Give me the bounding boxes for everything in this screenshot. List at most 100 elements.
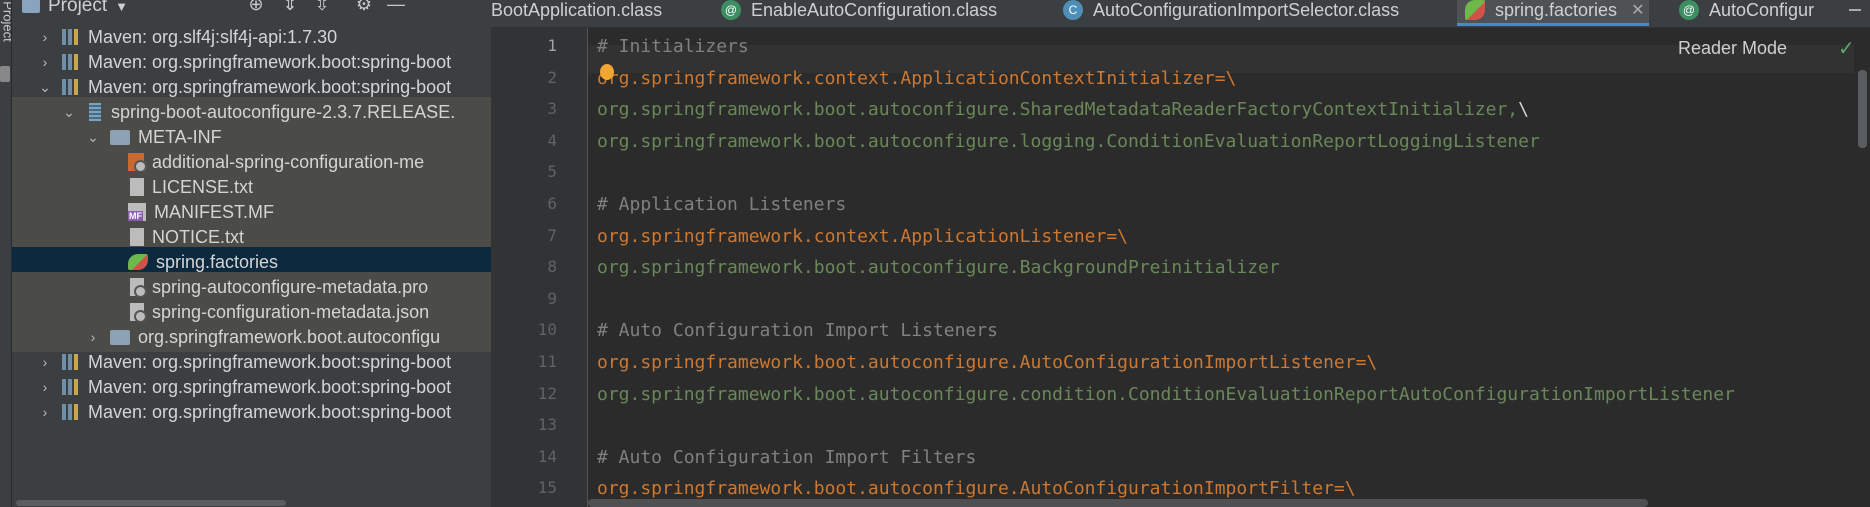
tab-spring-factories[interactable]: spring.factories ✕ [1457,0,1649,26]
project-horizontal-scrollbar[interactable] [12,498,491,507]
library-icon [62,29,80,45]
intention-bulb-icon[interactable] [600,64,614,80]
library-icon [62,79,80,95]
code-line-text: org.springframework.boot.autoconfigure.S… [597,99,1519,121]
library-icon [62,379,80,395]
code-line[interactable]: # Application Listeners [597,194,846,215]
code-line-text: org.springframework.context.ApplicationC… [597,67,1215,89]
project-panel: Project ▼ ⊕ ⇕ ⇳ ⚙ — › Maven: org.slf4j:s… [12,0,491,507]
annotation-class-icon: @ [721,0,741,20]
gear-icon[interactable]: ⚙ [352,0,376,16]
annotation-class-icon: @ [1679,0,1699,20]
chevron-down-icon[interactable]: ▼ [115,0,128,14]
line-number: 11 [537,352,557,371]
chevron-right-icon[interactable]: › [38,379,52,395]
hide-panel-icon[interactable]: — [384,0,408,16]
chevron-right-icon[interactable]: › [38,404,52,420]
code-line[interactable]: # Auto Configuration Import Filters [597,447,976,468]
code-line-text: org.springframework.boot.autoconfigure.B… [597,257,1280,279]
reader-mode-button[interactable]: Reader Mode [1678,38,1787,59]
code-line[interactable]: org.springframework.boot.autoconfigure.c… [597,384,1735,405]
tree-row-maven-spring-boot[interactable]: › Maven: org.springframework.boot:spring… [12,397,491,427]
tree-row-label: LICENSE.txt [152,176,254,197]
project-folder-icon [22,0,40,13]
line-number: 14 [537,446,557,466]
line-number-gutter: 1 2 3 4 5 6 7 8 9 10 11 12 13 14 15 [491,28,587,507]
library-icon [62,404,80,420]
code-line[interactable]: # Initializers [597,36,749,57]
tree-row-label: Maven: org.slf4j:slf4j-api:1.7.30 [88,26,338,47]
chevron-right-icon[interactable]: › [86,329,100,345]
tree-row-label: META-INF [138,126,222,147]
code-line[interactable]: org.springframework.boot.autoconfigure.A… [597,352,1377,373]
editor-vertical-scrollbar[interactable] [1854,28,1870,507]
code-editor[interactable]: # Initializers org.springframework.contex… [588,28,1854,507]
spring-factories-icon [1465,0,1485,20]
line-continuation: =\ [1355,352,1378,373]
scrollbar-thumb[interactable] [588,499,1648,507]
tab-overflow-menu[interactable] [1831,0,1869,26]
package-folder-icon [110,329,130,345]
tree-row-label: org.springframework.boot.autoconfigu [138,326,441,347]
tab-auto-configuration-import-selector[interactable]: C AutoConfigurationImportSelector.class [1063,0,1415,26]
scrollbar-thumb[interactable] [16,500,286,506]
metadata-file-icon [128,153,147,173]
editor-horizontal-scrollbar[interactable] [588,497,1648,507]
expand-all-icon[interactable]: ⇕ [278,0,302,16]
chevron-right-icon[interactable]: › [38,354,52,370]
tab-label: BootApplication.class [491,0,663,20]
library-icon [62,54,80,70]
tab-label: spring.factories [1495,0,1618,20]
line-continuation: =\ [1214,67,1237,89]
code-line[interactable]: org.springframework.boot.autoconfigure.S… [597,99,1529,120]
line-number: 15 [537,478,557,498]
tree-row-label: spring.factories [156,251,279,272]
line-number: 5 [547,162,557,182]
tree-row-label: NOTICE.txt [152,226,245,247]
project-panel-title: Project [48,0,108,16]
tree-row-label: Maven: org.springframework.boot:spring-b… [88,401,452,422]
line-number: 3 [547,99,557,119]
manifest-file-icon [128,203,146,221]
library-icon [62,354,80,370]
properties-file-icon [130,278,147,298]
line-number: 10 [537,320,557,340]
tree-row-label: spring-autoconfigure-metadata.pro [152,276,429,297]
line-continuation: \ [1518,99,1529,121]
project-tool-window-button[interactable]: Project [1,1,11,41]
chevron-down-icon[interactable]: ⌄ [86,129,100,146]
line-number: 12 [537,383,557,403]
code-line[interactable]: org.springframework.context.ApplicationC… [597,68,1236,89]
locate-icon[interactable]: ⊕ [244,0,268,16]
code-line[interactable]: org.springframework.boot.autoconfigure.l… [597,131,1540,152]
spring-factories-icon [128,254,148,270]
code-line-text: org.springframework.boot.autoconfigure.c… [597,383,1735,405]
text-file-icon [130,228,144,246]
chevron-right-icon[interactable]: › [38,54,52,70]
folder-icon [110,129,130,145]
code-line-text: org.springframework.boot.autoconfigure.l… [597,130,1540,152]
code-line[interactable]: org.springframework.boot.autoconfigure.B… [597,257,1280,278]
editor-tab-bar: BootApplication.class @ EnableAutoConfig… [491,0,1870,28]
code-line-text: # Application Listeners [597,194,847,215]
scrollbar-thumb[interactable] [1858,70,1867,148]
tab-label: AutoConfigurationImportSelector.class [1093,0,1400,20]
tree-row-label: Maven: org.springframework.boot:spring-b… [88,376,452,397]
tab-boot-application[interactable]: BootApplication.class [491,0,678,26]
tab-enable-auto-configuration[interactable]: @ EnableAutoConfiguration.class [721,0,1013,26]
line-number: 7 [547,225,557,245]
collapse-all-icon[interactable]: ⇳ [310,0,334,16]
chevron-down-icon[interactable]: ⌄ [38,79,52,96]
code-line[interactable]: # Auto Configuration Import Listeners [597,320,998,341]
chevron-down-icon[interactable]: ⌄ [62,104,76,121]
tab-auto-configuration[interactable]: @ AutoConfigur [1679,0,1814,26]
code-line[interactable]: org.springframework.context.ApplicationL… [597,226,1128,247]
tree-row-label: spring-configuration-metadata.json [152,301,430,322]
strip-handle[interactable] [0,66,10,82]
chevron-right-icon[interactable]: › [38,29,52,45]
line-continuation: =\ [1106,225,1129,247]
code-line-text: org.springframework.boot.autoconfigure.A… [597,352,1356,373]
text-file-icon [130,178,144,196]
tool-window-strip: Project [0,0,12,507]
close-icon[interactable]: ✕ [1631,0,1644,20]
